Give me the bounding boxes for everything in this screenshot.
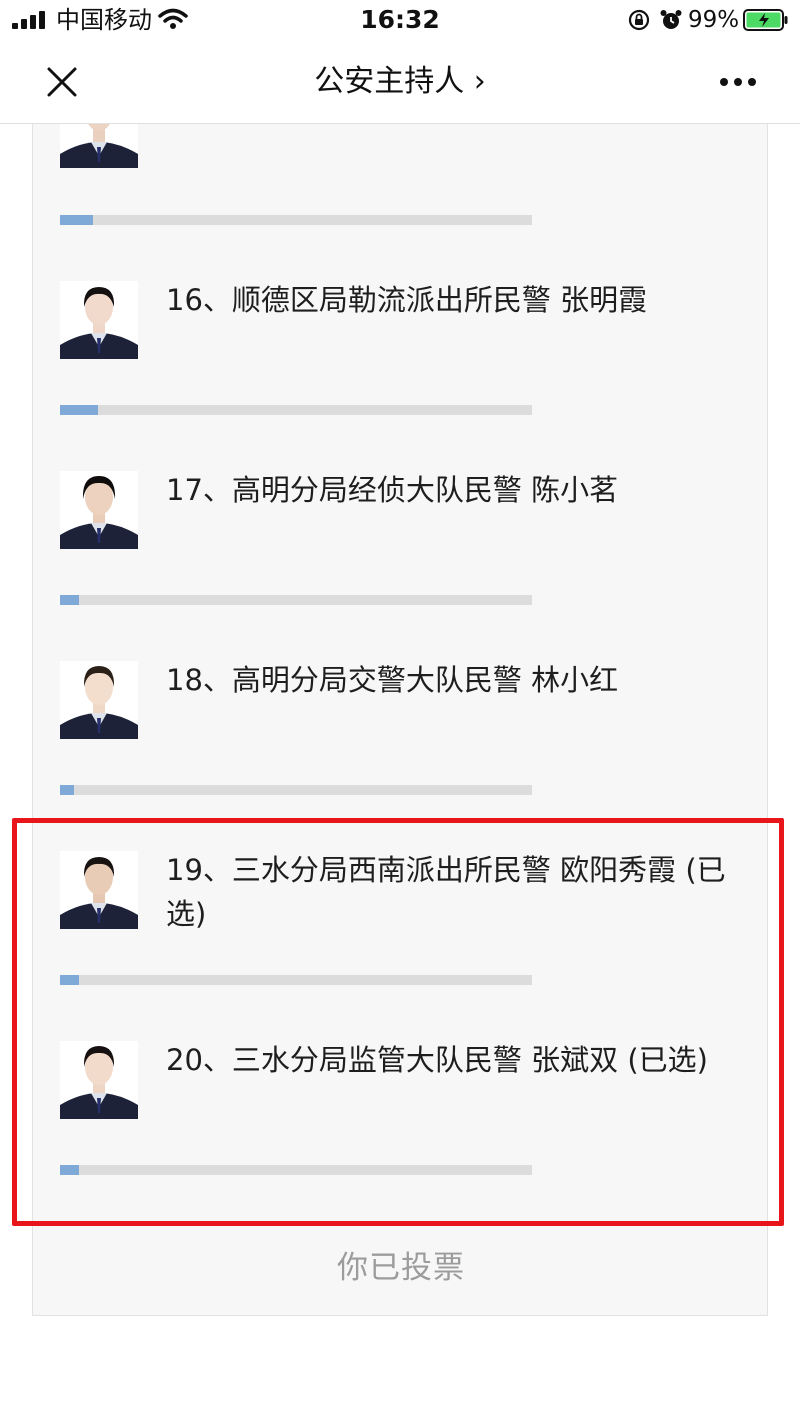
candidate-photo bbox=[60, 1041, 138, 1119]
battery-percent: 99% bbox=[688, 7, 740, 33]
candidate-name: 20、三水分局监管大队民警 张斌双 (已选) bbox=[166, 1043, 708, 1077]
rotation-lock-icon bbox=[628, 9, 650, 31]
candidate-item[interactable]: 19、三水分局西南派出所民警 欧阳秀霞 (已选) bbox=[33, 694, 767, 931]
status-bar: 中国移动 16:32 99% bbox=[0, 0, 800, 40]
battery-charging-icon bbox=[743, 9, 788, 31]
nav-bar: 公安主持人 › bbox=[0, 40, 800, 124]
vote-progress-bar bbox=[60, 1165, 532, 1175]
vote-card: 16、顺德区局勒流派出所民警 张明霞 17、高明分局经侦大队民警 陈小茗 18、… bbox=[32, 124, 768, 1316]
candidate-item[interactable]: 17、高明分局经侦大队民警 陈小茗 bbox=[33, 314, 767, 549]
page-title[interactable]: 公安主持人 › bbox=[0, 62, 800, 102]
more-icon[interactable] bbox=[718, 76, 758, 88]
candidate-item[interactable]: 18、高明分局交警大队民警 林小红 bbox=[33, 504, 767, 739]
voted-status-label: 你已投票 bbox=[337, 1250, 465, 1286]
alarm-icon bbox=[660, 10, 682, 29]
candidate-item[interactable]: 16、顺德区局勒流派出所民警 张明霞 bbox=[33, 124, 767, 359]
candidate-item[interactable]: 20、三水分局监管大队民警 张斌双 (已选) bbox=[33, 884, 767, 1119]
vote-progress-fill bbox=[60, 1165, 79, 1175]
